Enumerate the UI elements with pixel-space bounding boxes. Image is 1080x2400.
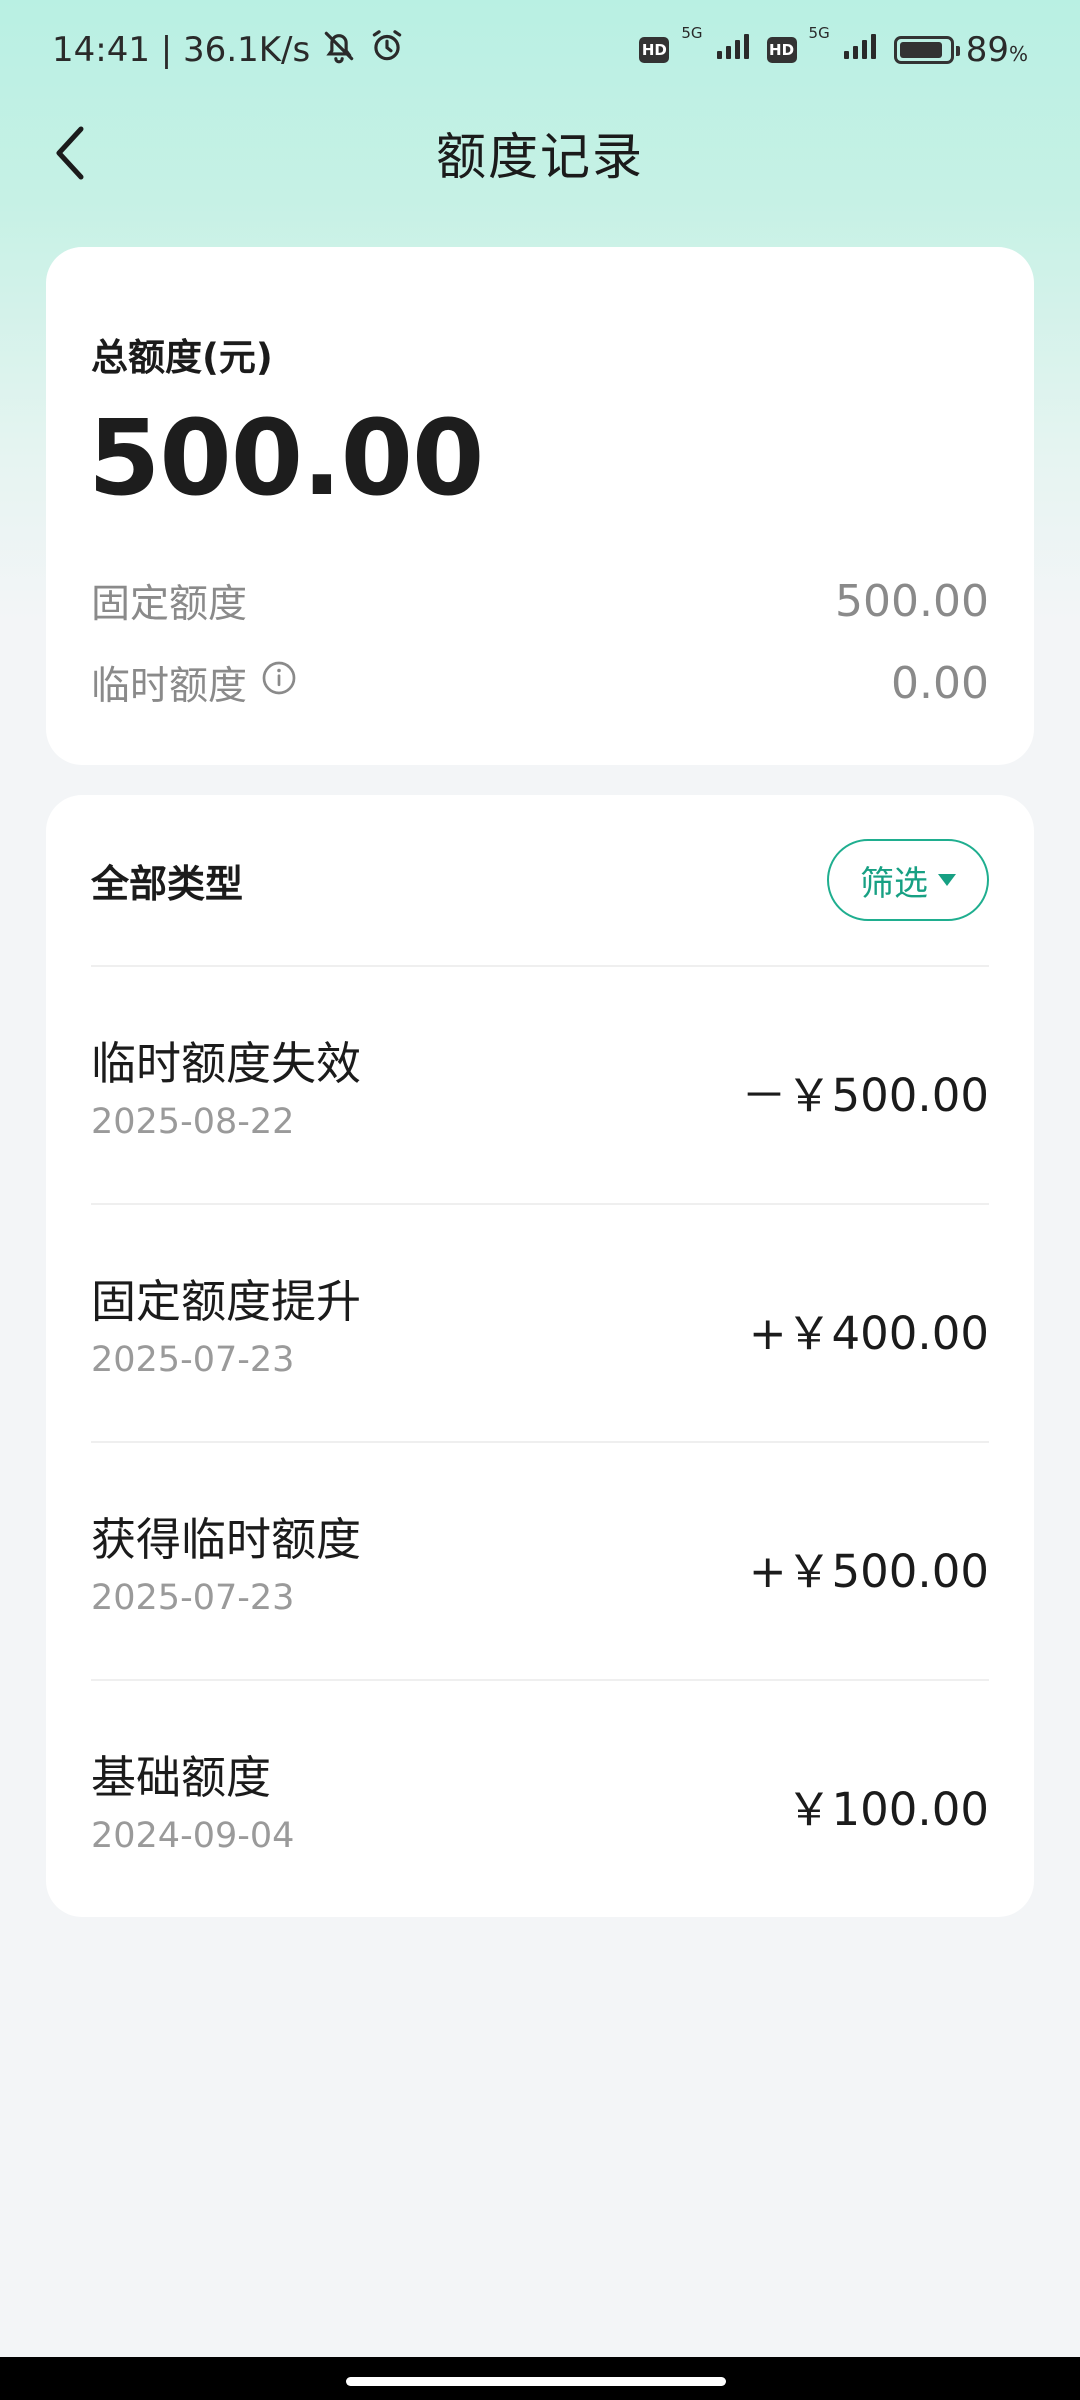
fixed-quota-row: 固定额度 500.00 (91, 571, 989, 631)
fixed-quota-label: 固定额度 (91, 582, 248, 627)
records-header: 全部类型 筛选 (91, 795, 989, 967)
record-item[interactable]: 获得临时额度 2025-07-23 +￥500.00 (91, 1443, 989, 1681)
temp-quota-left: 临时额度 (91, 655, 297, 711)
hd-badge-2: HD (766, 37, 797, 63)
battery-percent-value: 89 (965, 30, 1009, 70)
record-amount: +￥500.00 (748, 1545, 989, 1598)
info-icon[interactable] (261, 660, 297, 706)
system-nav-bar (0, 2357, 1080, 2400)
record-amount: ￥100.00 (786, 1783, 989, 1836)
record-item[interactable]: 固定额度提升 2025-07-23 +￥400.00 (91, 1205, 989, 1443)
signal-icon (715, 30, 755, 70)
record-date: 2024-09-04 (91, 1816, 295, 1856)
fixed-quota-value: 500.00 (835, 575, 989, 627)
battery-icon (893, 36, 960, 64)
total-quota-label: 总额度(元) (91, 336, 273, 379)
records-card: 全部类型 筛选 临时额度失效 2025-08-22 －￥500.00 固定额度提… (46, 795, 1034, 1917)
network-label: 5G (681, 24, 703, 42)
temp-quota-label: 临时额度 (91, 664, 248, 709)
caret-down-icon (938, 874, 956, 886)
total-quota-value: 500.00 (88, 397, 484, 519)
record-item[interactable]: 临时额度失效 2025-08-22 －￥500.00 (91, 967, 989, 1205)
record-item[interactable]: 基础额度 2024-09-04 ￥100.00 (91, 1681, 989, 1919)
filter-button[interactable]: 筛选 (827, 839, 989, 921)
battery-percent: 89% (966, 30, 1028, 70)
record-title: 临时额度失效 (91, 1037, 362, 1090)
record-date: 2025-07-23 (91, 1578, 295, 1618)
records-type-title: 全部类型 (91, 861, 244, 906)
page-header: 额度记录 (0, 100, 1080, 205)
temp-quota-value: 0.00 (891, 657, 989, 709)
record-date: 2025-08-22 (91, 1102, 295, 1142)
chevron-left-icon (56, 126, 84, 180)
alarm-icon (368, 27, 406, 74)
record-date: 2025-07-23 (91, 1340, 295, 1380)
record-title: 固定额度提升 (91, 1275, 362, 1328)
record-amount: －￥500.00 (741, 1069, 989, 1122)
back-button[interactable] (36, 118, 106, 188)
record-amount: +￥400.00 (748, 1307, 989, 1360)
status-left: 14:41 | 36.1K/s (52, 27, 406, 74)
home-indicator[interactable] (346, 2377, 726, 2386)
record-title: 获得临时额度 (91, 1513, 362, 1566)
battery-level-fill (899, 42, 943, 58)
record-title: 基础额度 (91, 1751, 272, 1804)
summary-card: 总额度(元) 500.00 固定额度 500.00 临时额度 0.00 (46, 247, 1034, 765)
temp-quota-row: 临时额度 0.00 (91, 653, 989, 713)
page-title: 额度记录 (436, 127, 644, 186)
status-time-speed: 14:41 | 36.1K/s (52, 30, 311, 70)
hd-badge: HD (639, 37, 670, 63)
mute-bell-icon (320, 27, 358, 74)
filter-button-label: 筛选 (860, 863, 928, 904)
battery-percent-unit: % (1008, 42, 1028, 66)
status-bar: 14:41 | 36.1K/s HD 5G HD 5G 89% (0, 0, 1080, 100)
network-label-2: 5G (808, 24, 830, 42)
signal-icon-2 (842, 30, 882, 70)
status-right: HD 5G HD 5G 89% (639, 24, 1028, 70)
